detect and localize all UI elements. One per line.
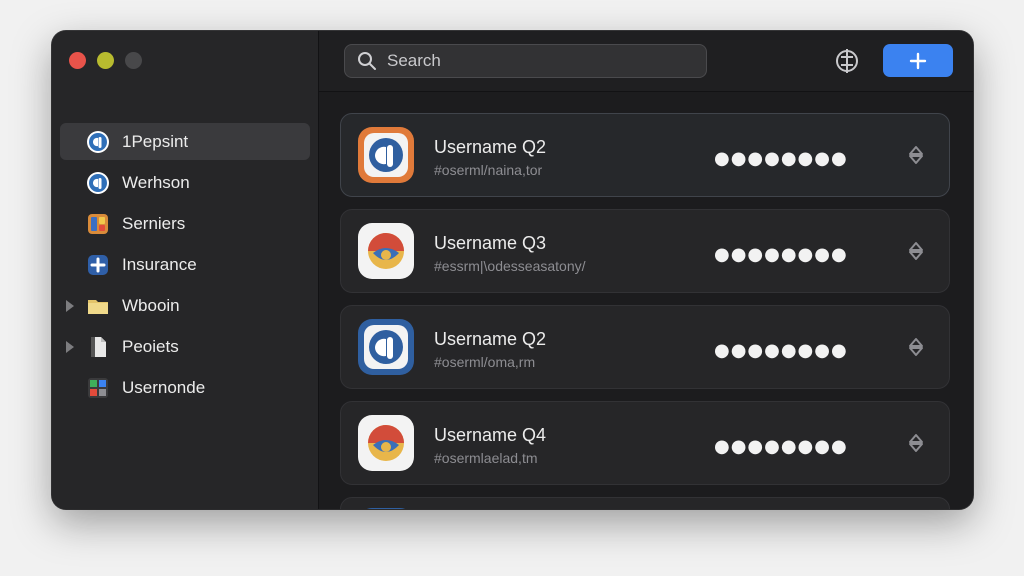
close-window-button[interactable] [69,52,86,69]
item-title: Username Q3 [434,233,547,253]
list-item[interactable]: Username Q3 #essrm|\odesseasatony/ ●●●●●… [340,209,950,293]
password-mask: ●●●●●●●● [714,436,848,457]
sidebar-list: 1Pepsint Werhson Serniers Insurance Wboo… [60,123,310,410]
colorful-app-icon [358,223,414,279]
sort-arrows-icon[interactable] [906,145,926,165]
chevron-right-icon[interactable] [66,340,74,353]
watchtower-icon[interactable] [832,46,862,76]
1password-icon [358,319,414,375]
colorful-app-icon [358,415,414,471]
toolbar: Search [319,31,973,92]
folder-icon [86,294,110,318]
sort-arrows-icon[interactable] [906,337,926,357]
password-mask: ●●●●●●●● [714,148,848,169]
sidebar-item-werhson[interactable]: Werhson [60,164,310,201]
item-title: Username Q2 [434,329,547,349]
item-subtitle: #oserml/naina,tor [434,162,543,178]
1password-icon [86,130,110,154]
plus-icon [909,52,927,69]
chevron-right-icon[interactable] [66,299,74,312]
document-icon [86,335,110,359]
sidebar: 1Pepsint Werhson Serniers Insurance Wboo… [52,31,319,509]
sidebar-item-1pepsint[interactable]: 1Pepsint [60,123,310,160]
item-subtitle: #oserml/oma,rm [434,354,536,370]
traffic-lights [69,52,142,69]
list-item[interactable]: Username Q4 #osermlaelad,tm ●●●●●●●● [340,401,950,485]
item-list: Username Q2 #oserml/naina,tor ●●●●●●●● U… [340,113,950,509]
app-window: 1Pepsint Werhson Serniers Insurance Wboo… [52,31,973,509]
list-item-partial[interactable] [340,497,950,509]
zoom-window-button[interactable] [125,52,142,69]
list-item[interactable]: Username Q2 #oserml/oma,rm ●●●●●●●● [340,305,950,389]
item-subtitle: #essrm|\odesseasatony/ [434,258,586,274]
search-icon [358,52,376,70]
sidebar-item-insurance[interactable]: Insurance [60,246,310,283]
sidebar-item-serniers[interactable]: Serniers [60,205,310,242]
search-field[interactable]: Search [344,44,707,78]
search-placeholder: Search [387,51,441,70]
sidebar-item-peoiets[interactable]: Peoiets [60,328,310,365]
sidebar-item-label: Insurance [122,254,197,274]
1password-icon [358,508,414,509]
sidebar-item-label: Usernonde [122,377,206,397]
sort-arrows-icon[interactable] [906,433,926,453]
sidebar-item-label: Serniers [122,213,186,233]
sidebar-item-wbooin[interactable]: Wbooin [60,287,310,324]
1password-icon [86,171,110,195]
sidebar-item-label: 1Pepsint [122,131,189,151]
password-mask: ●●●●●●●● [714,340,848,361]
sidebar-item-label: Wbooin [122,295,180,315]
sort-arrows-icon[interactable] [906,241,926,261]
1password-icon [358,127,414,183]
servers-icon [86,212,110,236]
item-subtitle: #osermlaelad,tm [434,450,538,466]
minimize-window-button[interactable] [97,52,114,69]
sidebar-item-label: Peoiets [122,336,179,356]
sidebar-item-usernonde[interactable]: Usernonde [60,369,310,406]
main-panel: Search Username Q2 #oserml/naina,tor ●●●… [319,31,973,509]
insurance-icon [86,253,110,277]
password-mask: ●●●●●●●● [714,244,848,265]
item-title: Username Q4 [434,425,547,445]
add-item-button[interactable] [883,44,953,77]
item-title: Username Q2 [434,137,547,157]
sidebar-item-label: Werhson [122,172,190,192]
list-item[interactable]: Username Q2 #oserml/naina,tor ●●●●●●●● [340,113,950,197]
grid-icon [86,376,110,400]
